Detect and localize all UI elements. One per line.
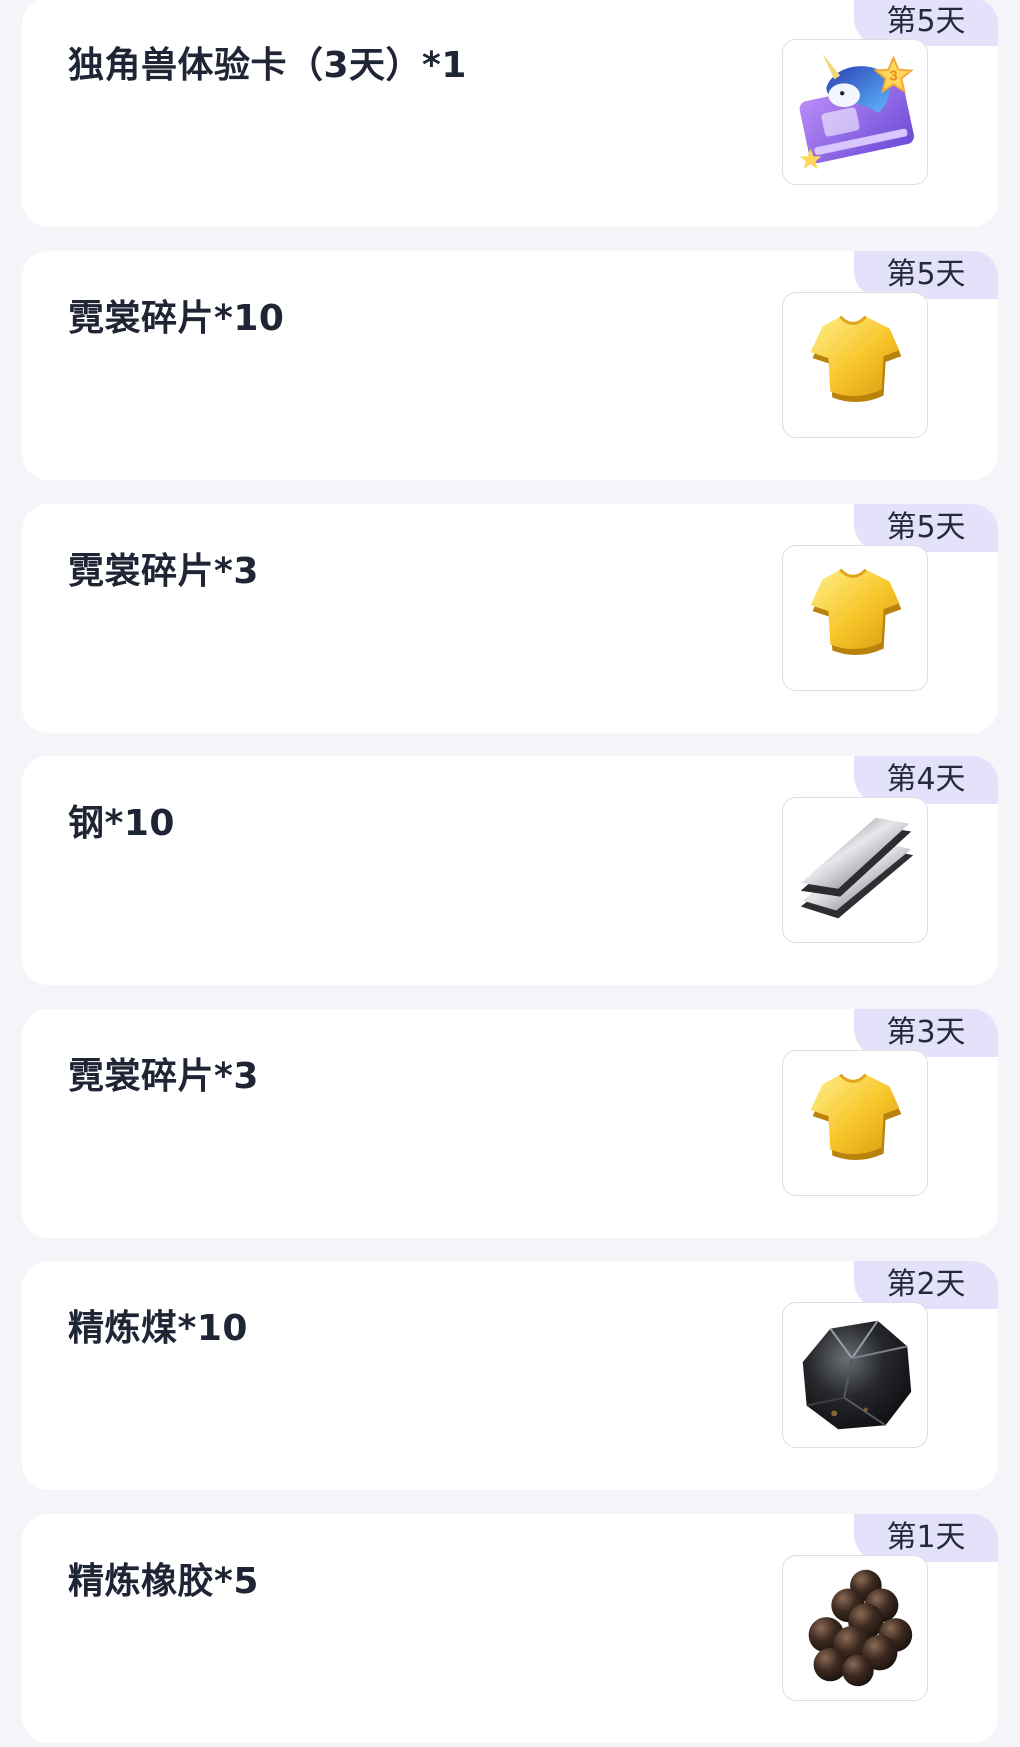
reward-title: 精炼煤*10 — [68, 1308, 248, 1349]
steel-plates-icon — [800, 817, 914, 919]
reward-card[interactable]: 独角兽体验卡（3天）*1 第5天 3 — [22, 0, 998, 227]
reward-title: 独角兽体验卡（3天）*1 — [68, 45, 467, 86]
reward-title: 霓裳碎片*3 — [68, 1056, 259, 1097]
svg-text:3: 3 — [889, 68, 897, 84]
reward-thumbnail — [782, 1050, 928, 1196]
reward-thumbnail: 3 — [782, 39, 928, 185]
reward-title: 霓裳碎片*3 — [68, 551, 259, 592]
reward-title: 精炼橡胶*5 — [68, 1561, 259, 1602]
coal-icon — [802, 1320, 912, 1430]
reward-card[interactable]: 精炼橡胶*5 第1天 — [22, 1514, 998, 1743]
unicorn-card-icon: 3 — [799, 53, 914, 170]
reward-list: 独角兽体验卡（3天）*1 第5天 3 霓裳碎片*10 第5天 霓裳碎片*3 第5… — [0, 0, 1020, 1747]
reward-card[interactable]: 霓裳碎片*10 第5天 — [22, 251, 998, 480]
reward-card[interactable]: 精炼煤*10 第2天 — [22, 1261, 998, 1490]
gold-shirt-icon — [810, 315, 902, 403]
rubber-icon — [808, 1569, 913, 1687]
gold-shirt-icon — [810, 568, 902, 656]
gold-shirt-icon — [810, 1073, 902, 1161]
reward-thumbnail — [782, 292, 928, 438]
reward-card[interactable]: 霓裳碎片*3 第3天 — [22, 1009, 998, 1238]
reward-card[interactable]: 钢*10 第4天 — [22, 756, 998, 985]
reward-title: 钢*10 — [68, 803, 175, 844]
reward-card[interactable]: 霓裳碎片*3 第5天 — [22, 504, 998, 733]
reward-thumbnail — [782, 1555, 928, 1701]
reward-title: 霓裳碎片*10 — [68, 298, 285, 339]
reward-thumbnail — [782, 1302, 928, 1448]
reward-thumbnail — [782, 545, 928, 691]
reward-thumbnail — [782, 797, 928, 943]
